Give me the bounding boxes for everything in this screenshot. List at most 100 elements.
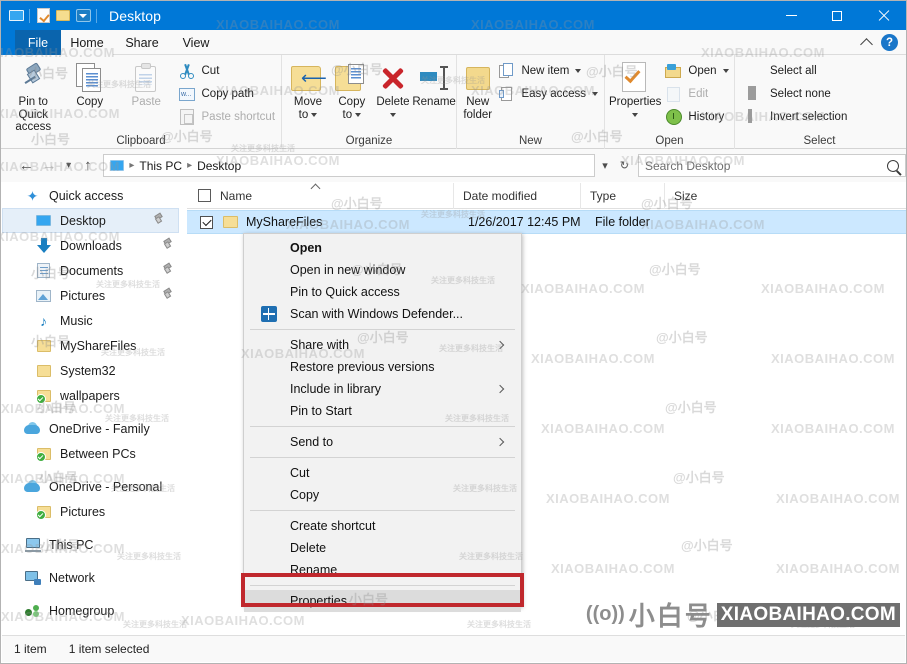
history-icon xyxy=(665,109,682,125)
sidebar-item-network[interactable]: Network xyxy=(2,565,187,590)
search-input[interactable]: Search Desktop xyxy=(638,154,906,177)
forward-arrow-icon: → xyxy=(41,157,57,174)
sidebar-item-music[interactable]: ♪ Music xyxy=(2,308,187,333)
ribbon-group-open: Properties Open Edit History Open xyxy=(604,55,734,149)
context-menu-item-share-with[interactable]: Share with xyxy=(244,334,521,356)
column-header-size[interactable]: Size xyxy=(664,182,748,209)
sidebar-item-documents[interactable]: Documents xyxy=(2,258,187,283)
sidebar-item-homegroup[interactable]: Homegroup xyxy=(2,598,187,623)
context-menu-item-pin-to-quick-access[interactable]: Pin to Quick access xyxy=(244,281,521,303)
context-menu-item-copy[interactable]: Copy xyxy=(244,484,521,506)
button-label: Easy access xyxy=(521,88,586,100)
context-menu-item-create-shortcut[interactable]: Create shortcut xyxy=(244,515,521,537)
easy-access-button[interactable]: Easy access xyxy=(494,84,604,104)
maximize-icon xyxy=(832,10,842,21)
menu-item-label: Scan with Windows Defender... xyxy=(290,307,463,321)
tab-file[interactable]: File xyxy=(15,30,61,55)
chevron-down-icon[interactable] xyxy=(592,92,598,96)
sidebar-item-label: System32 xyxy=(60,363,116,378)
row-checkbox[interactable] xyxy=(200,215,213,229)
sidebar-item-wallpapers[interactable]: wallpapers xyxy=(2,383,187,408)
customize-dropdown-icon[interactable] xyxy=(73,6,93,26)
sidebar-item-downloads[interactable]: Downloads xyxy=(2,233,187,258)
breadcrumb-item-this-pc[interactable]: This PC xyxy=(139,159,182,173)
refresh-icon: ↻ xyxy=(619,160,629,172)
properties-highlight-box xyxy=(241,573,524,607)
breadcrumb-item-desktop[interactable]: Desktop xyxy=(197,159,241,173)
recent-locations-button[interactable]: ▾ xyxy=(61,153,77,179)
window-controls xyxy=(768,1,906,30)
button-label: Properties xyxy=(609,96,662,108)
help-icon[interactable]: ? xyxy=(881,34,898,51)
new-folder-icon[interactable] xyxy=(53,6,73,26)
close-icon xyxy=(877,9,890,22)
chevron-down-icon[interactable] xyxy=(575,69,582,73)
properties-icon[interactable] xyxy=(33,6,53,26)
chevron-up-icon[interactable] xyxy=(860,38,873,51)
select-none-icon xyxy=(747,85,764,102)
edit-button[interactable]: Edit xyxy=(661,84,734,104)
forward-button[interactable]: → xyxy=(38,153,61,179)
refresh-button[interactable]: ↻ xyxy=(615,154,634,177)
chevron-down-icon[interactable] xyxy=(722,69,729,73)
copy-path-button[interactable]: w... Copy path xyxy=(175,84,282,104)
sidebar-item-mysharefiles[interactable]: MyShareFiles xyxy=(2,333,187,358)
sidebar-item-this-pc[interactable]: This PC xyxy=(2,532,187,557)
address-dropdown-button[interactable]: ▾ xyxy=(595,154,614,177)
open-button[interactable]: Open xyxy=(661,61,734,81)
minimize-button[interactable] xyxy=(768,1,814,30)
context-menu-item-pin-to-start[interactable]: Pin to Start xyxy=(244,400,521,422)
tab-share[interactable]: Share xyxy=(113,30,171,55)
context-menu-item-cut[interactable]: Cut xyxy=(244,462,521,484)
button-label-line2: access xyxy=(15,121,52,133)
invert-selection-button[interactable]: Invert selection xyxy=(743,107,853,127)
brand-domain: XIAOBAIHAO.COM xyxy=(716,602,900,627)
sidebar-item-quick-access[interactable]: ✦ Quick access xyxy=(2,183,187,208)
tab-view[interactable]: View xyxy=(171,30,221,55)
paste-shortcut-button[interactable]: Paste shortcut xyxy=(175,107,282,127)
table-row[interactable]: MyShareFiles 1/26/2017 12:45 PM File fol… xyxy=(187,210,906,234)
context-menu-item-send-to[interactable]: Send to xyxy=(244,431,521,453)
breadcrumb[interactable]: ▸ This PC ▸ Desktop xyxy=(103,154,596,177)
sidebar-item-label: OneDrive - Family xyxy=(49,421,150,436)
monitor-icon[interactable] xyxy=(6,6,26,26)
new-item-button[interactable]: New item xyxy=(494,61,604,81)
close-button[interactable] xyxy=(860,1,906,30)
context-menu-item-restore-previous-versions[interactable]: Restore previous versions xyxy=(244,356,521,378)
search-icon[interactable] xyxy=(887,159,899,172)
chevron-right-icon xyxy=(495,340,505,350)
select-all-button[interactable]: Select all xyxy=(743,61,853,81)
select-all-checkbox[interactable] xyxy=(198,189,211,202)
sidebar-item-onedrive-family[interactable]: OneDrive - Family xyxy=(2,416,187,441)
sidebar-item-pictures-onedrive[interactable]: Pictures xyxy=(2,499,187,524)
context-menu-item-open-in-new-window[interactable]: Open in new window xyxy=(244,259,521,281)
chevron-down-icon[interactable] xyxy=(355,112,362,117)
chevron-down-icon[interactable] xyxy=(389,112,396,117)
context-menu-item-delete[interactable]: Delete xyxy=(244,537,521,559)
sidebar-item-system32[interactable]: System32 xyxy=(2,358,187,383)
maximize-button[interactable] xyxy=(814,1,860,30)
sidebar-item-between-pcs[interactable]: Between PCs xyxy=(2,441,187,466)
menu-item-label: Restore previous versions xyxy=(290,360,435,374)
back-button[interactable]: ← xyxy=(15,153,38,179)
sidebar-item-onedrive-personal[interactable]: OneDrive - Personal xyxy=(2,474,187,499)
chevron-down-icon[interactable] xyxy=(632,112,639,117)
up-button[interactable]: ↑ xyxy=(77,153,100,179)
context-menu-item-include-in-library[interactable]: Include in library xyxy=(244,378,521,400)
ribbon-group-clipboard: Pin to Quick access Copy Paste Cut w... … xyxy=(1,55,281,149)
context-menu-item-scan-with-windows-defender[interactable]: Scan with Windows Defender... xyxy=(244,303,521,325)
cut-button[interactable]: Cut xyxy=(175,61,282,81)
sidebar-item-desktop[interactable]: Desktop xyxy=(2,208,179,233)
column-header-date-modified[interactable]: Date modified xyxy=(453,182,580,209)
sidebar-item-pictures[interactable]: Pictures xyxy=(2,283,187,308)
context-menu-item-open[interactable]: Open xyxy=(244,237,521,259)
scissors-icon xyxy=(179,63,196,79)
button-label: Select none xyxy=(770,88,831,100)
chevron-down-icon[interactable] xyxy=(311,112,318,117)
column-header-name[interactable]: Name xyxy=(187,183,453,209)
tab-home[interactable]: Home xyxy=(61,30,113,55)
column-header-type[interactable]: Type xyxy=(580,182,664,209)
history-button[interactable]: History xyxy=(661,107,734,127)
select-none-button[interactable]: Select none xyxy=(743,84,853,104)
